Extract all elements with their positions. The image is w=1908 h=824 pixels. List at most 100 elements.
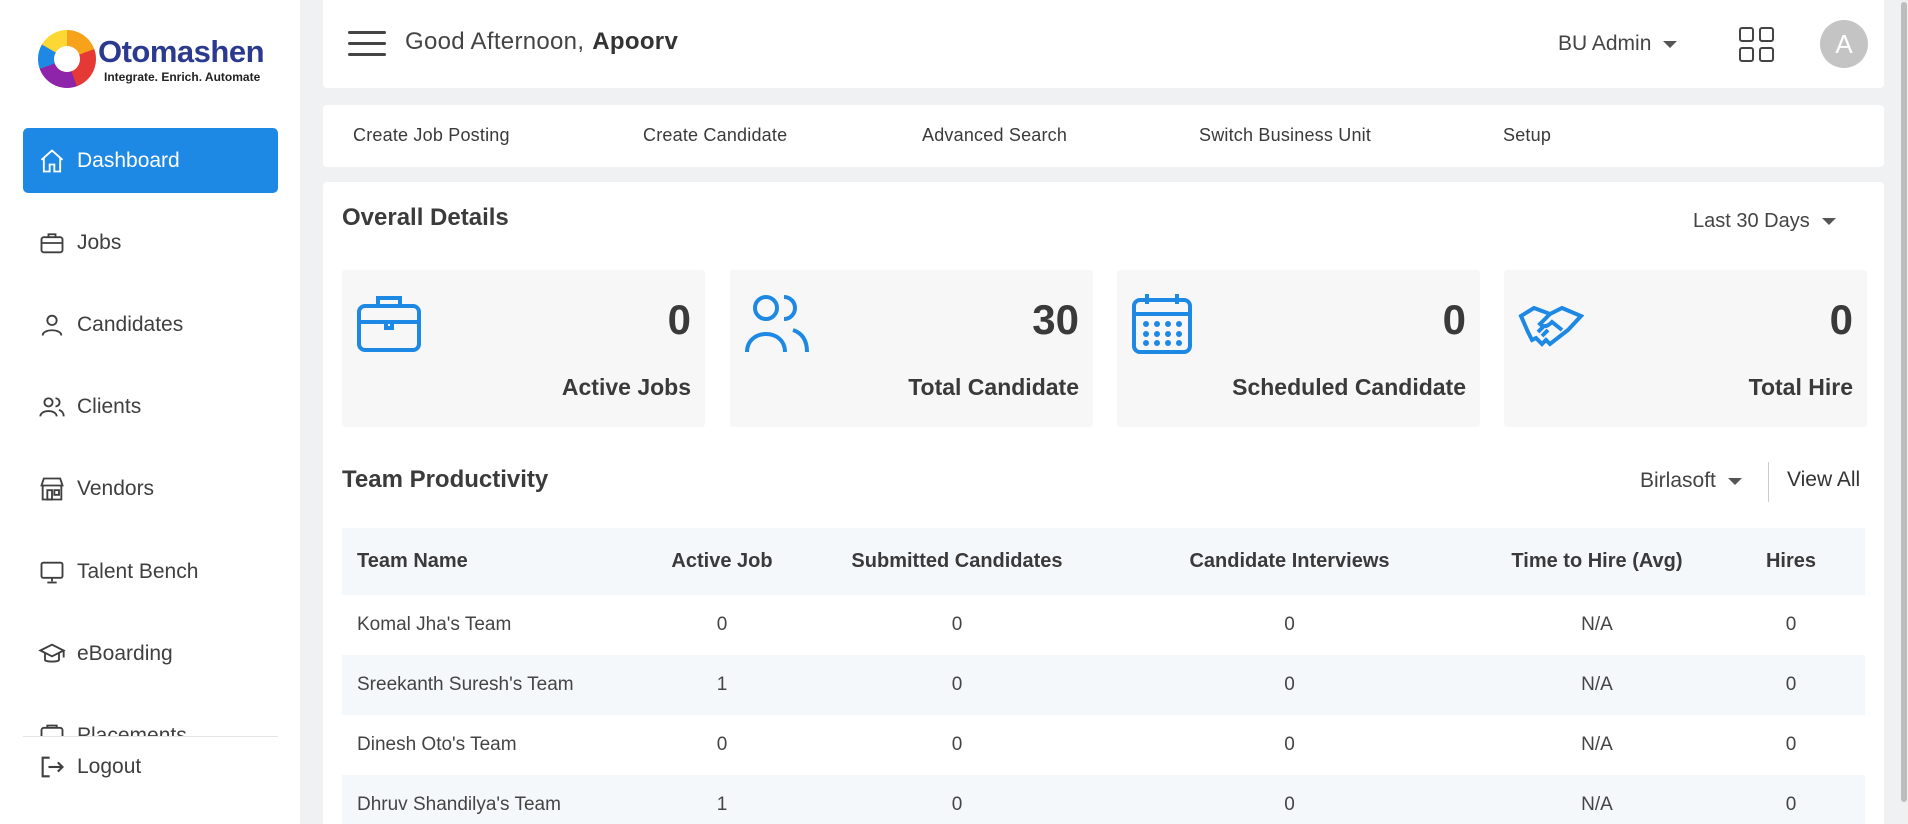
store-icon xyxy=(37,474,67,504)
sidebar-item-vendors[interactable]: Vendors xyxy=(23,456,278,521)
table-header-row: Team Name Active Job Submitted Candidate… xyxy=(342,528,1865,595)
sidebar-item-label: eBoarding xyxy=(77,641,173,665)
candidate-interviews-cell: 0 xyxy=(1284,734,1295,755)
caret-down-icon xyxy=(1663,40,1678,48)
team-filter-dropdown[interactable]: Birlasoft xyxy=(1640,469,1742,493)
logout-button[interactable]: Logout xyxy=(23,737,278,797)
brand-logo[interactable]: Otomashen Integrate. Enrich. Automate xyxy=(38,28,268,92)
graduation-cap-icon xyxy=(37,639,67,669)
scrollbar-thumb[interactable] xyxy=(1901,2,1907,802)
table-row[interactable]: Dhruv Shandilya's Team 1 0 0 N/A 0 xyxy=(342,775,1865,824)
logout-label: Logout xyxy=(77,755,142,778)
column-header: Submitted Candidates xyxy=(812,528,1102,595)
stat-label: Scheduled Candidate xyxy=(1232,374,1466,400)
avatar[interactable]: A xyxy=(1820,20,1868,68)
table-row[interactable]: Sreekanth Suresh's Team 1 0 0 N/A 0 xyxy=(342,655,1865,715)
logout-icon xyxy=(37,752,67,782)
overall-details-title: Overall Details xyxy=(342,204,509,231)
view-all-link[interactable]: View All xyxy=(1787,468,1860,492)
sidebar-item-talent-bench[interactable]: Talent Bench xyxy=(23,539,278,604)
handshake-icon xyxy=(1518,292,1585,354)
stat-value: 30 xyxy=(1032,296,1079,343)
home-icon xyxy=(37,146,67,176)
sidebar-item-jobs[interactable]: Jobs xyxy=(23,210,278,275)
menu-toggle-icon[interactable] xyxy=(348,30,386,58)
active-job-cell: 0 xyxy=(716,614,728,635)
top-header: Good Afternoon, Apoorv BU Admin A xyxy=(323,0,1884,88)
sidebar-item-label: Vendors xyxy=(77,476,155,500)
team-filter-label: Birlasoft xyxy=(1640,469,1716,492)
create-job-posting-link[interactable]: Create Job Posting xyxy=(353,125,510,146)
column-header: Team Name xyxy=(342,528,632,595)
stat-label: Total Candidate xyxy=(908,374,1079,400)
separator xyxy=(1768,462,1769,502)
brand-name: Otomashen xyxy=(98,34,265,69)
hires-cell: 0 xyxy=(1717,775,1865,824)
date-range-dropdown[interactable]: Last 30 Days xyxy=(1693,210,1836,233)
sidebar-item-label: Jobs xyxy=(77,230,122,254)
sidebar-item-dashboard[interactable]: Dashboard xyxy=(23,128,278,193)
submitted-candidates-cell: 0 xyxy=(951,734,963,755)
briefcase-icon xyxy=(356,292,422,354)
create-candidate-link[interactable]: Create Candidate xyxy=(643,125,787,146)
logo-mark-icon xyxy=(38,30,96,88)
users-icon xyxy=(744,292,810,354)
team-name-cell: Dinesh Oto's Team xyxy=(357,734,517,755)
candidate-interviews-cell: 0 xyxy=(1102,775,1477,824)
stat-card-total-hire[interactable]: 0 Total Hire xyxy=(1504,270,1867,427)
stat-value: 0 xyxy=(667,296,691,343)
stat-card-active-jobs[interactable]: 0 Active Jobs xyxy=(342,270,705,427)
active-job-cell: 1 xyxy=(632,655,812,715)
submitted-candidates-cell: 0 xyxy=(812,655,1102,715)
table-row[interactable]: Komal Jha's Team 0 0 0 N/A 0 xyxy=(342,595,1865,655)
team-name-cell: Sreekanth Suresh's Team xyxy=(342,655,632,715)
time-to-hire-cell: N/A xyxy=(1477,655,1717,715)
column-header: Active Job xyxy=(632,528,812,595)
users-icon xyxy=(37,392,67,422)
stat-value: 0 xyxy=(1829,296,1853,343)
sidebar-item-eboarding[interactable]: eBoarding xyxy=(23,621,278,686)
column-header: Hires xyxy=(1717,528,1865,595)
sidebar-item-label: Candidates xyxy=(77,312,184,336)
monitor-icon xyxy=(37,557,67,587)
apps-grid-icon[interactable] xyxy=(1739,27,1775,63)
stat-card-total-candidate[interactable]: 30 Total Candidate xyxy=(730,270,1093,427)
candidate-interviews-cell: 0 xyxy=(1102,655,1477,715)
time-to-hire-cell: N/A xyxy=(1477,775,1717,824)
user-icon xyxy=(37,310,67,340)
calendar-icon xyxy=(1131,292,1197,354)
column-header: Candidate Interviews xyxy=(1102,528,1477,595)
briefcase-icon xyxy=(37,228,67,258)
column-header: Time to Hire (Avg) xyxy=(1477,528,1717,595)
submitted-candidates-cell: 0 xyxy=(812,775,1102,824)
caret-down-icon xyxy=(1821,218,1836,225)
switch-business-unit-link[interactable]: Switch Business Unit xyxy=(1199,125,1371,146)
role-label: BU Admin xyxy=(1558,32,1652,55)
time-to-hire-cell: N/A xyxy=(1581,614,1613,635)
sidebar-item-label: Talent Bench xyxy=(77,559,199,583)
hires-cell: 0 xyxy=(1785,614,1797,635)
setup-link[interactable]: Setup xyxy=(1503,125,1551,146)
time-to-hire-cell: N/A xyxy=(1581,734,1613,755)
dashboard-panel: Overall Details Last 30 Days 0 Active Jo… xyxy=(323,182,1884,824)
team-name-cell: Komal Jha's Team xyxy=(357,614,512,635)
stat-value: 0 xyxy=(1442,296,1466,343)
advanced-search-link[interactable]: Advanced Search xyxy=(922,125,1067,146)
hires-cell: 0 xyxy=(1717,655,1865,715)
team-productivity-title: Team Productivity xyxy=(342,466,549,493)
active-job-cell: 1 xyxy=(632,775,812,824)
table-row[interactable]: Dinesh Oto's Team 0 0 0 N/A 0 xyxy=(342,715,1865,775)
stat-label: Active Jobs xyxy=(561,374,691,400)
role-dropdown[interactable]: BU Admin xyxy=(1558,32,1678,56)
sidebar-item-label: Clients xyxy=(77,394,142,418)
sidebar-item-candidates[interactable]: Candidates xyxy=(23,292,278,357)
stat-label: Total Hire xyxy=(1748,374,1853,400)
team-name-cell: Dhruv Shandilya's Team xyxy=(342,775,632,824)
brand-tagline: Integrate. Enrich. Automate xyxy=(104,70,261,84)
stat-card-scheduled-candidate[interactable]: 0 Scheduled Candidate xyxy=(1117,270,1480,427)
user-name: Apoorv xyxy=(592,28,679,55)
page-scrollbar[interactable] xyxy=(1900,0,1908,824)
greeting-text: Good Afternoon, xyxy=(405,28,585,55)
sidebar-item-clients[interactable]: Clients xyxy=(23,374,278,439)
greeting: Good Afternoon, Apoorv xyxy=(405,28,678,56)
